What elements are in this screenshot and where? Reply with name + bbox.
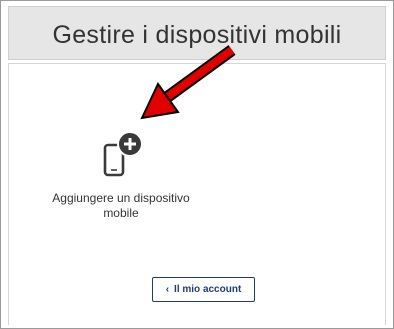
my-account-button[interactable]: ‹ Il mio account bbox=[152, 277, 255, 302]
window-frame: Gestire i dispositivi mobili Aggiungere … bbox=[0, 0, 394, 329]
page-header: Gestire i dispositivi mobili bbox=[8, 6, 386, 60]
device-label-line-1: Aggiungere un dispositivo bbox=[52, 191, 190, 205]
add-mobile-device-tile[interactable]: Aggiungere un dispositivo mobile bbox=[41, 131, 201, 241]
add-mobile-device-icon bbox=[103, 131, 143, 177]
page-title: Gestire i dispositivi mobili bbox=[52, 21, 342, 49]
device-label-line-2: mobile bbox=[103, 206, 139, 220]
add-mobile-device-label[interactable]: Aggiungere un dispositivo mobile bbox=[41, 191, 201, 221]
my-account-label: Il mio account bbox=[174, 284, 242, 295]
chevron-left-icon: ‹ bbox=[165, 283, 170, 295]
